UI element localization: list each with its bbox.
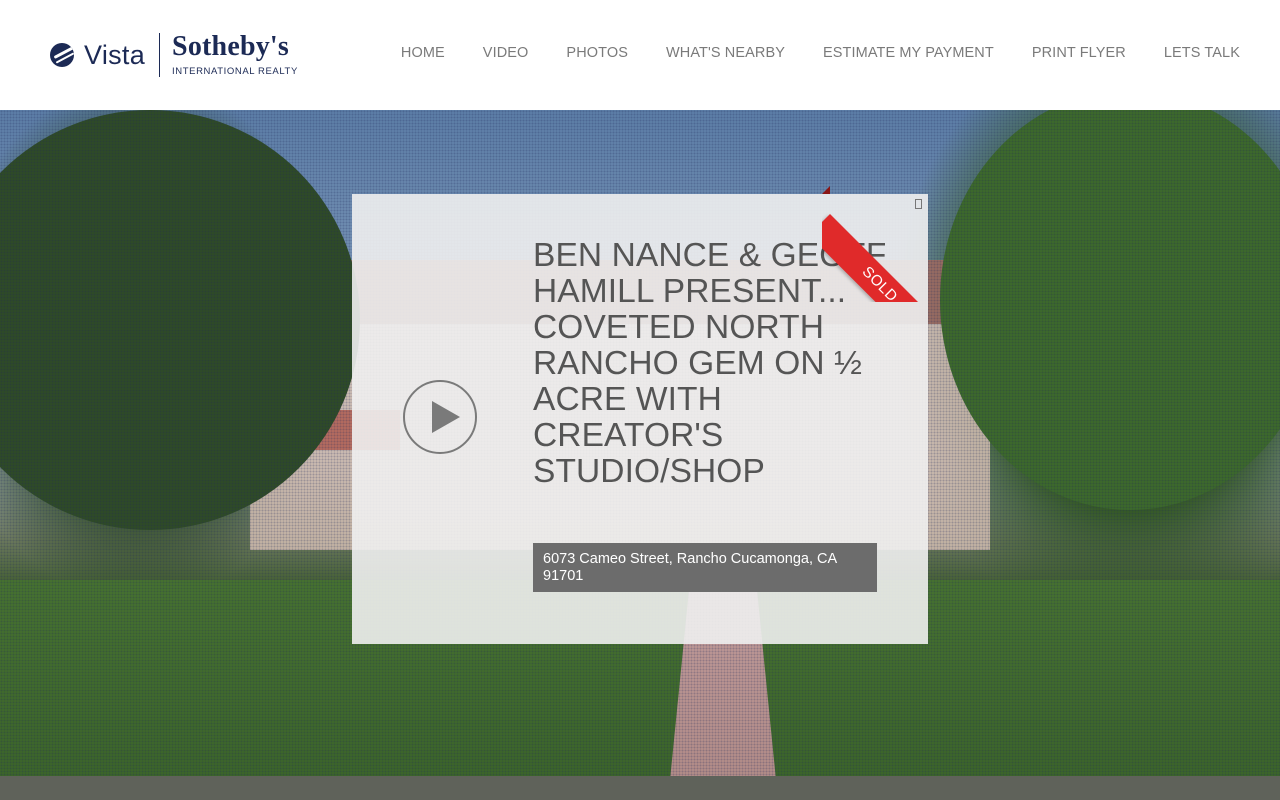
nav-whats-nearby[interactable]: WHAT'S NEARBY bbox=[666, 45, 785, 61]
listing-address: 6073 Cameo Street, Rancho Cucamonga, CA … bbox=[533, 543, 877, 592]
logo-intl-realty-text: INTERNATIONAL REALTY bbox=[172, 66, 298, 77]
play-icon bbox=[432, 401, 460, 433]
site-header: Vista Sotheby's INTERNATIONAL REALTY HOM… bbox=[0, 0, 1280, 110]
sold-ribbon: SOLD bbox=[822, 186, 938, 302]
logo-sothebys-text: Sotheby's bbox=[172, 31, 289, 62]
play-video-button[interactable] bbox=[403, 380, 477, 454]
bottom-bar bbox=[0, 776, 1280, 800]
nav-video[interactable]: VIDEO bbox=[483, 45, 529, 61]
globe-icon bbox=[50, 43, 74, 67]
nav-lets-talk[interactable]: LETS TALK bbox=[1164, 45, 1240, 61]
logo-vista-text: Vista bbox=[84, 39, 146, 70]
nav-photos[interactable]: PHOTOS bbox=[566, 45, 628, 61]
sold-ribbon-label: SOLD bbox=[822, 214, 938, 302]
nav-print-flyer[interactable]: PRINT FLYER bbox=[1032, 45, 1126, 61]
site-logo[interactable]: Vista Sotheby's INTERNATIONAL REALTY bbox=[50, 30, 298, 80]
nav-home[interactable]: HOME bbox=[401, 45, 445, 61]
main-nav: HOME VIDEO PHOTOS WHAT'S NEARBY ESTIMATE… bbox=[401, 45, 1240, 61]
nav-estimate-my-payment[interactable]: ESTIMATE MY PAYMENT bbox=[823, 45, 994, 61]
logo-sothebys-block: Sotheby's INTERNATIONAL REALTY bbox=[172, 31, 298, 78]
logo-divider bbox=[159, 33, 161, 77]
